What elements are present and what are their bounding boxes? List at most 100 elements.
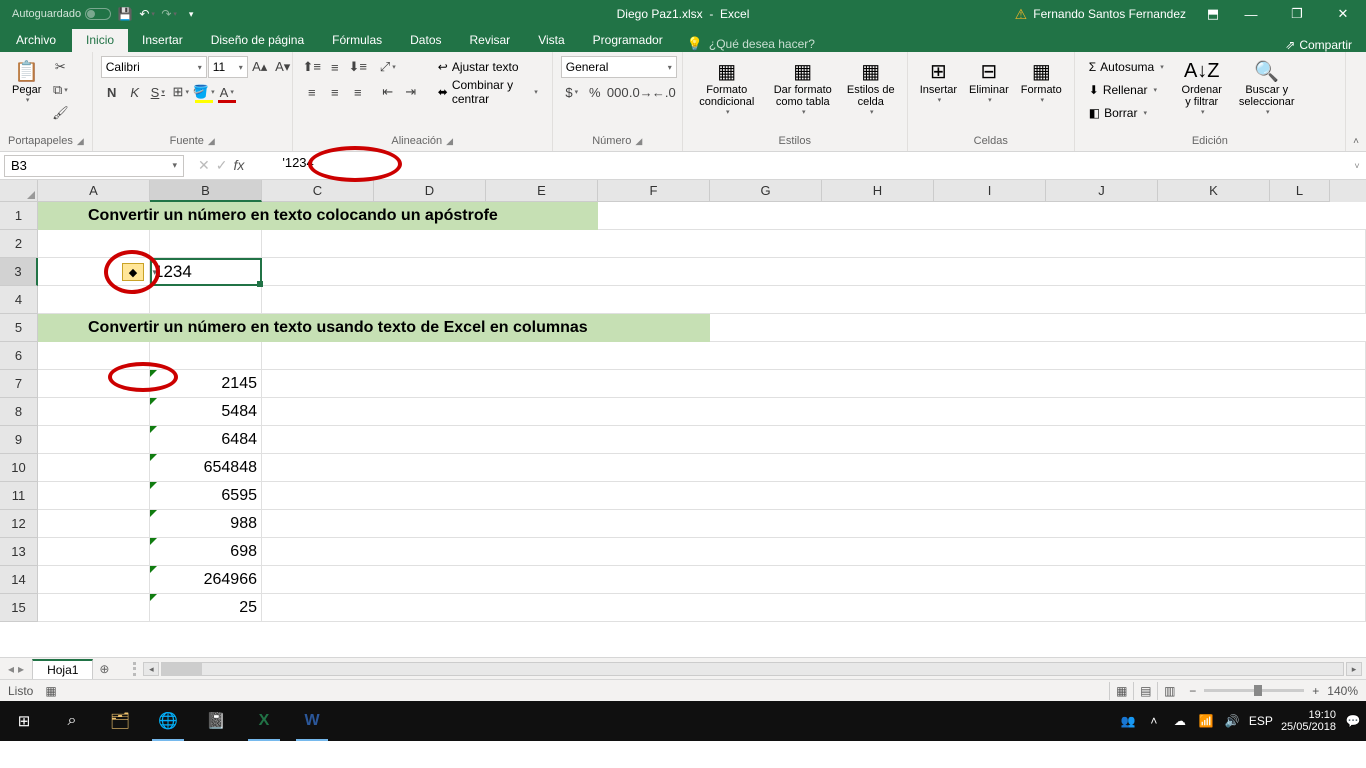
font-launcher-icon[interactable]: ◢ — [208, 136, 215, 147]
cell-rest-9[interactable] — [262, 426, 1366, 454]
taskbar-chrome[interactable]: 🌐 — [144, 701, 192, 741]
col-header-B[interactable]: B — [150, 180, 262, 202]
cell-B14[interactable]: 264966 — [150, 566, 262, 594]
row-header-4[interactable]: 4 — [0, 286, 38, 314]
taskbar-file-explorer[interactable]: 🗂 — [96, 701, 144, 741]
cell-A1[interactable]: Convertir un número en texto colocando u… — [38, 202, 598, 230]
cell-B2[interactable] — [150, 230, 262, 258]
collapse-ribbon-icon[interactable]: ˄ — [1346, 52, 1366, 151]
row-header-6[interactable]: 6 — [0, 342, 38, 370]
cell-A14[interactable] — [38, 566, 150, 594]
restore-button[interactable]: ❐ — [1274, 0, 1320, 28]
cell-B11[interactable]: 6595 — [150, 482, 262, 510]
cell-B13[interactable]: 698 — [150, 538, 262, 566]
number-format-combo[interactable]: General▾ — [561, 56, 677, 78]
cell-rest-5[interactable] — [710, 314, 1366, 342]
col-header-F[interactable]: F — [598, 180, 710, 202]
language-indicator[interactable]: ESP — [1249, 714, 1273, 728]
cell-A11[interactable] — [38, 482, 150, 510]
user-account[interactable]: ⚠ Fernando Santos Fernandez — [1003, 6, 1198, 23]
cell-A15[interactable] — [38, 594, 150, 622]
cell-A8[interactable] — [38, 398, 150, 426]
clear-button[interactable]: ◧Borrar▾ — [1083, 102, 1170, 124]
cell-rest-1[interactable] — [598, 202, 1366, 230]
zoom-level[interactable]: 140% — [1327, 684, 1358, 698]
taskbar-word[interactable]: W — [288, 701, 336, 741]
cell-rest-7[interactable] — [262, 370, 1366, 398]
tab-insert[interactable]: Insertar — [128, 29, 197, 52]
row-header-9[interactable]: 9 — [0, 426, 38, 454]
row-header-15[interactable]: 15 — [0, 594, 38, 622]
scroll-right-icon[interactable]: ▸ — [1346, 662, 1362, 676]
fill-color-icon[interactable]: 🪣▾ — [193, 81, 215, 103]
page-layout-view-icon[interactable]: ▤ — [1133, 682, 1157, 700]
cell-rest-2[interactable] — [262, 230, 1366, 258]
col-header-J[interactable]: J — [1046, 180, 1158, 202]
start-button[interactable]: ⊞ — [0, 701, 48, 741]
row-header-11[interactable]: 11 — [0, 482, 38, 510]
cell-B4[interactable] — [150, 286, 262, 314]
cell-B15[interactable]: 25 — [150, 594, 262, 622]
decrease-indent-icon[interactable]: ⇤ — [377, 81, 399, 103]
col-header-L[interactable]: L — [1270, 180, 1330, 202]
tab-formulas[interactable]: Fórmulas — [318, 29, 396, 52]
normal-view-icon[interactable]: ▦ — [1109, 682, 1133, 700]
save-icon[interactable]: 💾 — [117, 6, 133, 22]
zoom-out-icon[interactable]: − — [1189, 684, 1196, 698]
sort-filter-button[interactable]: A↓ZOrdenar y filtrar▾ — [1174, 56, 1230, 118]
people-icon[interactable]: 👥 — [1119, 714, 1137, 728]
increase-indent-icon[interactable]: ⇥ — [400, 81, 422, 103]
merge-center-button[interactable]: ⬌Combinar y centrar▾ — [432, 81, 544, 103]
alignment-launcher-icon[interactable]: ◢ — [446, 136, 453, 147]
ribbon-display-options-icon[interactable]: ⬒ — [1198, 0, 1228, 28]
cell-rest-10[interactable] — [262, 454, 1366, 482]
increase-font-icon[interactable]: A▴ — [249, 56, 271, 78]
horizontal-scrollbar[interactable]: ◂ ▸ — [139, 662, 1366, 676]
cell-A5[interactable]: Convertir un número en texto usando text… — [38, 314, 710, 342]
cell-B6[interactable] — [150, 342, 262, 370]
error-smart-tag[interactable]: ◆ — [122, 263, 144, 281]
scroll-thumb[interactable] — [162, 663, 202, 675]
row-header-2[interactable]: 2 — [0, 230, 38, 258]
align-left-icon[interactable]: ≡ — [301, 81, 323, 103]
autosave-toggle[interactable]: Autoguardado — [12, 8, 111, 20]
formula-bar-input[interactable]: '1234 — [252, 155, 1348, 177]
cell-A9[interactable] — [38, 426, 150, 454]
cell-rest-13[interactable] — [262, 538, 1366, 566]
scroll-left-icon[interactable]: ◂ — [143, 662, 159, 676]
fill-button[interactable]: ⬇Rellenar▾ — [1083, 79, 1170, 101]
cell-A12[interactable] — [38, 510, 150, 538]
insert-function-icon[interactable]: fx — [233, 157, 244, 174]
copy-icon[interactable]: ⧉▾ — [49, 79, 71, 101]
cell-B8[interactable]: 5484 — [150, 398, 262, 426]
paste-button[interactable]: 📋 Pegar ▾ — [8, 56, 45, 106]
cell-B10[interactable]: 654848 — [150, 454, 262, 482]
delete-cells-button[interactable]: ⊟Eliminar▾ — [965, 56, 1013, 106]
col-header-H[interactable]: H — [822, 180, 934, 202]
minimize-button[interactable]: — — [1228, 0, 1274, 28]
tab-pagelayout[interactable]: Diseño de página — [197, 29, 318, 52]
search-icon[interactable]: ⌕ — [48, 701, 96, 741]
format-cells-button[interactable]: ▦Formato▾ — [1017, 56, 1066, 106]
tell-me-search[interactable]: 💡 ¿Qué desea hacer? — [677, 36, 825, 52]
find-select-button[interactable]: 🔍Buscar y seleccionar▾ — [1234, 56, 1300, 118]
autosave-switch-icon[interactable] — [85, 8, 111, 20]
row-header-13[interactable]: 13 — [0, 538, 38, 566]
cell-rest-12[interactable] — [262, 510, 1366, 538]
cell-B12[interactable]: 988 — [150, 510, 262, 538]
number-launcher-icon[interactable]: ◢ — [635, 136, 642, 147]
percent-format-icon[interactable]: % — [584, 81, 606, 103]
cell-A4[interactable] — [38, 286, 150, 314]
action-center-icon[interactable]: 💬 — [1344, 714, 1362, 728]
cells-region[interactable]: Convertir un número en texto colocando u… — [38, 202, 1366, 657]
comma-format-icon[interactable]: 000 — [607, 81, 629, 103]
macro-record-icon[interactable]: ▦ — [45, 684, 56, 698]
accounting-format-icon[interactable]: $▾ — [561, 81, 583, 103]
clipboard-launcher-icon[interactable]: ◢ — [77, 136, 84, 147]
col-header-D[interactable]: D — [374, 180, 486, 202]
cell-rest-11[interactable] — [262, 482, 1366, 510]
sheet-nav-last-icon[interactable]: ▸ — [18, 662, 24, 676]
tab-view[interactable]: Vista — [524, 29, 578, 52]
cell-B3[interactable]: 1234 — [150, 258, 262, 286]
col-header-E[interactable]: E — [486, 180, 598, 202]
